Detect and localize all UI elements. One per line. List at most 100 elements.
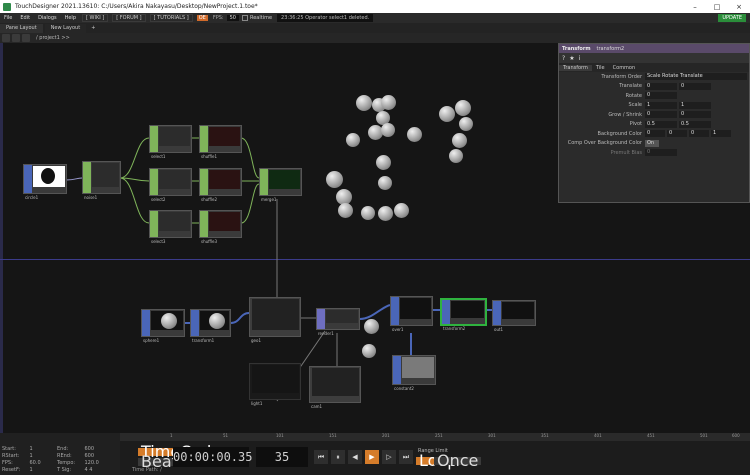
minimize-button[interactable]: –	[684, 3, 706, 11]
geo1-node[interactable]: geo1	[249, 297, 301, 343]
transform2-node[interactable]: transform2	[440, 298, 487, 331]
pause-button[interactable]: ⏸	[331, 450, 345, 464]
step-forward-button[interactable]: ▷	[382, 450, 396, 464]
translate-x-field[interactable]: 0	[645, 82, 677, 90]
stat-value[interactable]: 1	[30, 446, 58, 452]
param-row: Premult Bias 0	[559, 148, 749, 158]
bg-g-field[interactable]: 0	[667, 130, 687, 138]
rewind-button[interactable]: ⏮	[314, 450, 328, 464]
home-icon[interactable]	[22, 34, 30, 42]
star-icon[interactable]: ★	[569, 55, 574, 62]
select2-node[interactable]: select2	[149, 168, 192, 202]
shuffle2-node[interactable]: shuffle2	[199, 168, 242, 202]
tab-pane-layout[interactable]: Pane Layout	[0, 23, 43, 33]
menu-help[interactable]: Help	[61, 15, 80, 21]
select3-node[interactable]: select3	[149, 210, 192, 244]
ruler-tick: 251	[435, 433, 443, 438]
ruler-tick: 201	[382, 433, 390, 438]
param-row: Transform Order Scale Rotate Translate	[559, 72, 749, 82]
menu-edit[interactable]: Edit	[16, 15, 34, 21]
premult-bias-field[interactable]: 0	[645, 149, 677, 157]
bg-a-field[interactable]: 1	[711, 130, 731, 138]
stat-value[interactable]: 1	[30, 453, 58, 459]
node-label: over1	[392, 327, 404, 332]
node-label: light1	[251, 401, 263, 406]
timeline-ruler[interactable]: 1 51 101 151 201 251 301 351 401 451 501…	[120, 433, 750, 441]
info-icon[interactable]: i	[579, 55, 581, 62]
constant2-node[interactable]: constant2	[392, 355, 436, 391]
pivot-x-field[interactable]: 0.5	[645, 120, 677, 128]
grow-y-field[interactable]: 0	[679, 111, 711, 119]
oe-button[interactable]: OE	[196, 15, 208, 21]
menu-dialogs[interactable]: Dialogs	[34, 15, 61, 21]
menu-file[interactable]: File	[0, 15, 16, 21]
stat-value[interactable]: 4 4	[85, 467, 113, 473]
play-button[interactable]: ▶	[365, 450, 379, 464]
network-path[interactable]: / project1 >>	[36, 35, 70, 41]
bg-r-field[interactable]: 0	[645, 130, 665, 138]
sphere1-node[interactable]: sphere1	[141, 309, 185, 343]
scale-x-field[interactable]: 1	[645, 101, 677, 109]
frame-display[interactable]: 35	[256, 447, 308, 467]
stat-value[interactable]: 1	[30, 467, 58, 473]
maximize-button[interactable]: □	[706, 3, 728, 11]
tab-transform[interactable]: Transform	[559, 64, 592, 71]
node-label: noise1	[84, 195, 98, 200]
tutorials-button[interactable]: [ TUTORIALS ]	[149, 14, 193, 22]
out1-node[interactable]: out1	[492, 300, 536, 332]
help-icon[interactable]: ?	[562, 55, 565, 62]
once-toggle[interactable]: Once	[434, 453, 482, 469]
shuffle3-node[interactable]: shuffle3	[199, 210, 242, 244]
update-button[interactable]: UPDATE	[718, 14, 746, 22]
circle-node[interactable]: circle1	[23, 164, 67, 200]
timecode-display[interactable]: 00:00:00.35	[173, 447, 252, 467]
rotate-field[interactable]: 0	[645, 92, 677, 100]
stat-value[interactable]: 60.0	[30, 460, 58, 466]
merge1-node[interactable]: merge1	[259, 168, 302, 202]
pane-tabs: Pane Layout New Layout +	[0, 23, 750, 33]
light1-node[interactable]: light1	[249, 363, 301, 406]
realtime-label: Realtime	[249, 15, 273, 21]
param-label: Background Color	[597, 130, 642, 137]
geo1-preview	[252, 299, 299, 330]
forward-icon[interactable]	[12, 34, 20, 42]
tab-new-layout[interactable]: New Layout	[44, 23, 87, 33]
scale-y-field[interactable]: 1	[679, 101, 711, 109]
bg-b-field[interactable]: 0	[689, 130, 709, 138]
param-label: Premult Bias	[610, 149, 642, 156]
realtime-toggle[interactable]: Realtime	[239, 15, 275, 21]
select1-node[interactable]: select1	[149, 125, 192, 159]
sphere-instance	[455, 100, 471, 116]
ruler-tick: 101	[276, 433, 284, 438]
node-label: shuffle3	[201, 239, 218, 244]
node-label: transform2	[443, 326, 466, 331]
add-tab-button[interactable]: +	[88, 25, 98, 31]
shuffle1-node[interactable]: shuffle1	[199, 125, 242, 159]
wiki-button[interactable]: [ WIKI ]	[82, 14, 109, 22]
param-row: Comp Over Background Color On	[559, 139, 749, 149]
noise-node[interactable]: noise1	[82, 161, 121, 200]
grow-x-field[interactable]: 0	[645, 111, 677, 119]
transform1-node[interactable]: transform1	[190, 309, 231, 343]
step-back-button[interactable]: ◀	[348, 450, 362, 464]
param-op-name[interactable]: transform2	[597, 46, 625, 52]
over1-node[interactable]: over1	[390, 296, 433, 332]
forward-end-button[interactable]: ⏭	[399, 450, 413, 464]
tab-common[interactable]: Common	[609, 65, 640, 71]
tab-tile[interactable]: Tile	[592, 65, 609, 71]
stat-value[interactable]: 600	[85, 446, 113, 452]
translate-y-field[interactable]: 0	[679, 82, 711, 90]
sphere-instance	[362, 344, 376, 358]
cam1-node[interactable]: cam1	[309, 366, 361, 409]
forum-button[interactable]: [ FORUM ]	[112, 14, 146, 22]
close-button[interactable]: ×	[728, 3, 750, 11]
stat-value[interactable]: 600	[85, 453, 113, 459]
node-label: merge1	[261, 197, 277, 202]
stat-value[interactable]: 120.0	[85, 460, 113, 466]
comp-over-toggle[interactable]: On	[645, 139, 659, 147]
stat-label: ResetF:	[2, 467, 21, 473]
transform-order-dropdown[interactable]: Scale Rotate Translate	[645, 73, 747, 81]
back-icon[interactable]	[2, 34, 10, 42]
render1-node[interactable]: render1	[316, 308, 360, 336]
pivot-y-field[interactable]: 0.5	[679, 120, 711, 128]
